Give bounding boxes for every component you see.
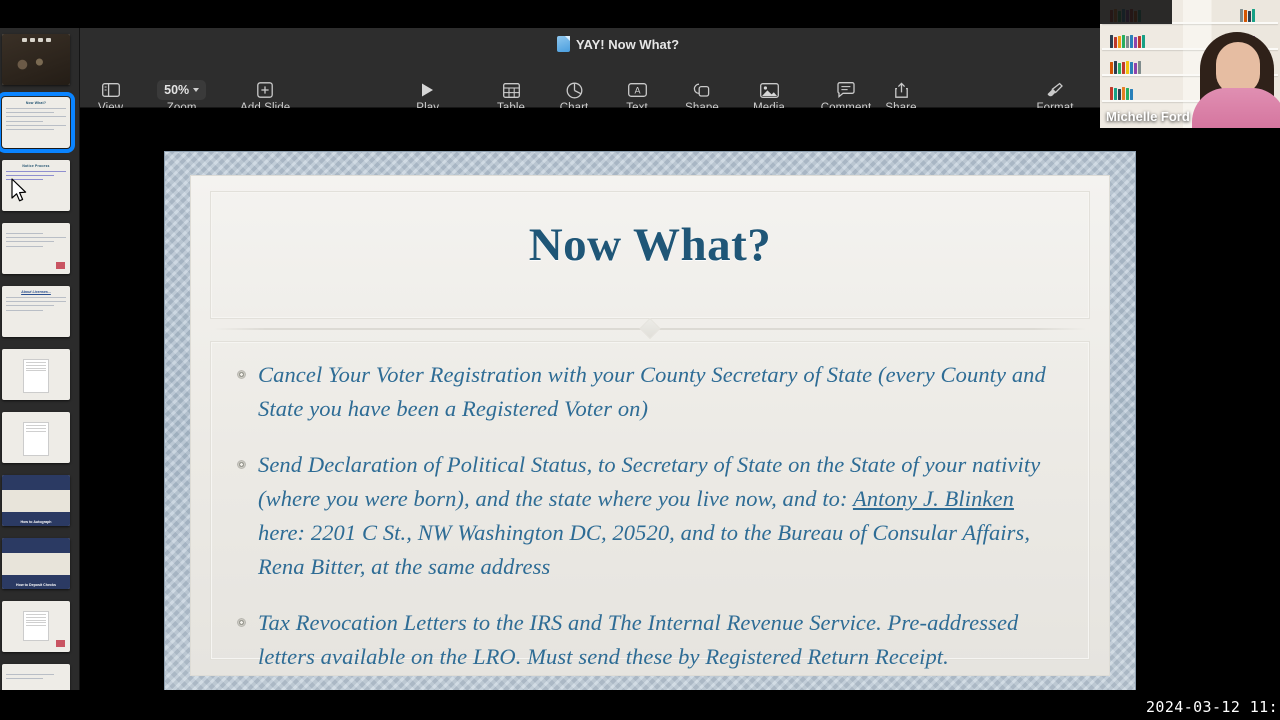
- flower-bullet-icon: [237, 460, 246, 469]
- slide-thumbnail-image: [2, 349, 70, 400]
- thumbnail-script-text: [7, 556, 64, 560]
- thumbnail-stamp: [56, 640, 65, 647]
- slide-thumbnail-image: [2, 664, 70, 690]
- slide-thumbnail-1[interactable]: [0, 28, 79, 91]
- slide-thumbnail-image: [2, 601, 70, 652]
- slide-thumbnail-6[interactable]: [0, 343, 79, 406]
- slide-inner-surface: Now What? Cancel Your Voter Registration…: [190, 175, 1110, 676]
- slide-title-frame[interactable]: Now What?: [210, 191, 1090, 319]
- thumbnail-document: [23, 422, 49, 456]
- slide-navigator-sidebar[interactable]: Now What? Notice Process About Licenses.…: [0, 28, 80, 690]
- slide-thumbnail-image: [2, 223, 70, 274]
- flower-bullet-icon: [237, 370, 246, 379]
- slide-thumbnail-8[interactable]: How to Autograph: [0, 469, 79, 532]
- bookshelf-books: [1110, 86, 1133, 100]
- slide-bullet-1[interactable]: Cancel Your Voter Registration with your…: [237, 358, 1063, 426]
- slide-bullet-text: Cancel Your Voter Registration with your…: [258, 362, 1046, 421]
- shapes-icon: [693, 80, 711, 100]
- slide-bullet-3[interactable]: Tax Revocation Letters to the IRS and Th…: [237, 606, 1063, 674]
- thumbnail-heading: [2, 349, 70, 356]
- slide-thumbnail-image: About Licenses...: [2, 286, 70, 337]
- slide-title-text: Now What?: [528, 219, 772, 271]
- play-triangle-icon: [420, 80, 435, 100]
- current-slide[interactable]: Now What? Cancel Your Voter Registration…: [165, 152, 1135, 690]
- slide-bullet-2[interactable]: Send Declaration of Political Status, to…: [237, 448, 1063, 584]
- thumbnail-caption: How to Deposit Checks: [16, 583, 56, 587]
- zoom-value: 50%: [164, 83, 190, 97]
- thumbnail-heading: [2, 601, 70, 608]
- slide-thumbnail-9[interactable]: How to Deposit Checks: [0, 532, 79, 595]
- chevron-down-icon: [193, 88, 200, 92]
- photo-icon: [759, 80, 779, 100]
- pie-chart-icon: [566, 80, 583, 100]
- table-grid-icon: [502, 80, 520, 100]
- text-box-icon: A: [627, 80, 647, 100]
- webcam-participant-figure: [1190, 28, 1280, 128]
- flower-bullet-icon: [237, 618, 246, 627]
- slide-thumbnail-image: How to Autograph: [2, 475, 70, 526]
- thumbnail-script-text: [7, 493, 64, 497]
- slide-thumbnail-7[interactable]: [0, 406, 79, 469]
- slide-canvas[interactable]: Now What? Cancel Your Voter Registration…: [80, 108, 1156, 690]
- mouse-cursor: [11, 178, 27, 202]
- plus-square-icon: [257, 80, 274, 100]
- thumbnail-caption: How to Autograph: [20, 520, 52, 524]
- thumbnail-heading: [2, 664, 70, 671]
- zoom-value-pill[interactable]: 50%: [157, 80, 207, 100]
- main-toolbar: YAY! Now What? View 50%: [80, 28, 1156, 114]
- screen-capture: Now What? Notice Process About Licenses.…: [0, 0, 1280, 720]
- slide-thumbnail-image: Now What?: [0, 92, 75, 153]
- thumbnail-photo-content: [2, 34, 70, 85]
- slide-thumbnail-4[interactable]: [0, 217, 79, 280]
- thumbnail-heading: [2, 412, 70, 419]
- slide-bullet-text: Send Declaration of Political Status, to…: [258, 452, 1041, 579]
- slide-bullet-text: Tax Revocation Letters to the IRS and Th…: [258, 610, 1019, 669]
- thumbnail-document: [23, 359, 49, 393]
- slide-thumbnail-image: [2, 412, 70, 463]
- speech-bubble-icon: [837, 80, 855, 100]
- slide-thumbnail-10[interactable]: [0, 595, 79, 658]
- webcam-pip-strip: [1100, 0, 1172, 24]
- paintbrush-icon: [1046, 80, 1064, 100]
- thumbnail-blue-slide: How to Deposit Checks: [2, 538, 70, 589]
- thumbnail-title: Notice Process: [22, 164, 50, 168]
- thumbnail-heading: [2, 223, 70, 230]
- share-upload-icon: [894, 80, 909, 100]
- document-title-text: YAY! Now What?: [575, 36, 680, 52]
- recording-timestamp: 2024-03-12 11:: [1145, 698, 1278, 716]
- thumbnail-title: About Licenses...: [21, 290, 51, 294]
- diamond-ornament-icon: [639, 317, 661, 340]
- participant-face: [1216, 42, 1260, 94]
- webcam-video-overlay[interactable]: Michelle Ford: [1100, 0, 1280, 128]
- thumbnail-body-lines: [2, 671, 70, 680]
- slide-thumbnail-11[interactable]: [0, 658, 79, 690]
- thumbnail-document: [23, 611, 49, 641]
- bookshelf-books: [1240, 8, 1255, 22]
- svg-text:A: A: [634, 85, 640, 95]
- thumbnail-body-lines: [2, 294, 70, 311]
- document-title-bar: YAY! Now What?: [80, 36, 1156, 52]
- slide-thumbnail-5[interactable]: About Licenses...: [0, 280, 79, 343]
- keynote-window: Now What? Notice Process About Licenses.…: [0, 28, 1156, 690]
- bookshelf-books: [1110, 60, 1141, 74]
- slide-body-frame[interactable]: Cancel Your Voter Registration with your…: [210, 341, 1090, 669]
- blinken-underlined-name: Antony J. Blinken: [852, 486, 1014, 511]
- thumbnail-blue-slide: How to Autograph: [2, 475, 70, 526]
- thumbnail-body-lines: [2, 230, 70, 247]
- slide-thumbnail-image: [2, 34, 70, 85]
- sidebar-panel-icon: [101, 80, 120, 100]
- bookshelf-books: [1110, 34, 1145, 48]
- thumbnail-stamp: [56, 262, 65, 269]
- thumbnail-body-lines: [2, 105, 70, 130]
- thumbnail-title: Now What?: [25, 101, 47, 105]
- slide-thumbnail-2[interactable]: Now What?: [0, 91, 79, 154]
- participant-name-label: Michelle Ford: [1106, 109, 1190, 124]
- keynote-document-icon: [556, 36, 570, 52]
- slide-thumbnail-image: How to Deposit Checks: [2, 538, 70, 589]
- participant-torso: [1192, 88, 1280, 128]
